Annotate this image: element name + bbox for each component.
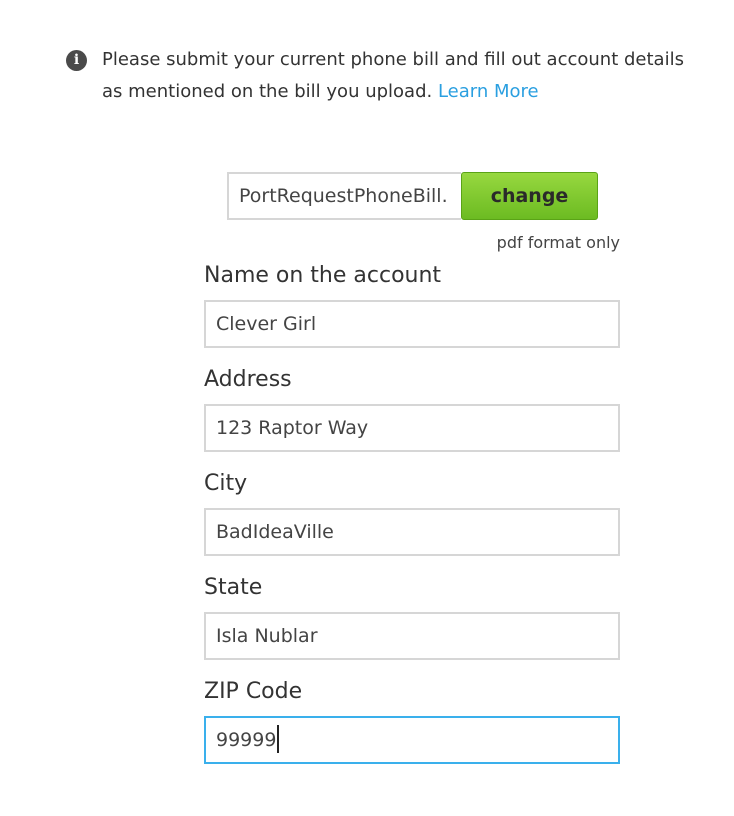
zip-label: ZIP Code <box>204 679 303 704</box>
state-input[interactable]: Isla Nublar <box>204 612 620 660</box>
state-label: State <box>204 575 263 600</box>
file-name-field[interactable]: PortRequestPhoneBill. <box>227 172 461 220</box>
file-upload-row: PortRequestPhoneBill. change <box>227 172 598 220</box>
notice-message: Please submit your current phone bill an… <box>102 49 684 102</box>
learn-more-link[interactable]: Learn More <box>438 81 539 102</box>
text-cursor <box>277 725 280 753</box>
notice-text: Please submit your current phone bill an… <box>102 44 702 108</box>
city-input[interactable]: BadIdeaVille <box>204 508 620 556</box>
zip-value: 99999 <box>216 729 277 751</box>
address-input[interactable]: 123 Raptor Way <box>204 404 620 452</box>
zip-input[interactable]: 99999 <box>204 716 620 764</box>
info-icon: i <box>66 50 87 71</box>
address-label: Address <box>204 367 292 392</box>
name-input[interactable]: Clever Girl <box>204 300 620 348</box>
city-label: City <box>204 471 248 496</box>
name-label: Name on the account <box>204 263 442 288</box>
change-file-button[interactable]: change <box>461 172 598 220</box>
format-note: pdf format only <box>496 233 620 252</box>
